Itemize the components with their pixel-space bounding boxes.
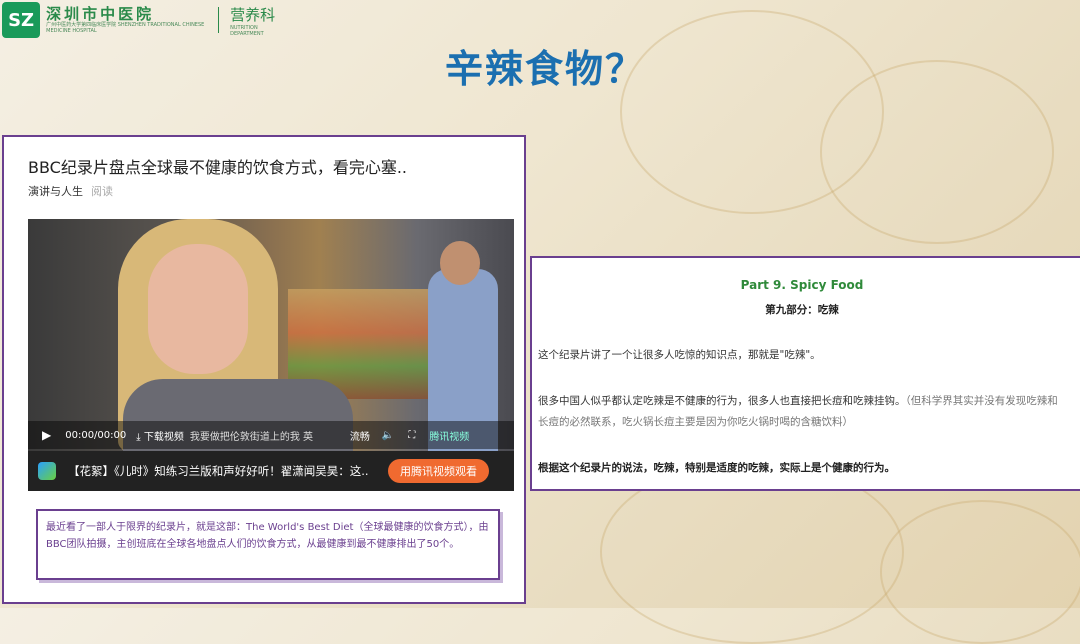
man-head <box>440 241 480 285</box>
panel-paragraph-1: 这个纪录片讲了一个让很多人吃惊的知识点，那就是"吃辣"。 <box>538 349 821 361</box>
hospital-subname: 广州中医药大学第四临床医学院 SHENZHEN TRADITIONAL CHIN… <box>46 22 205 34</box>
video-recommendation[interactable]: 【花絮】《儿时》知练习兰版和声好好听！翟潇闻吴昊：这... <box>68 463 368 479</box>
panel-paragraph-3: 根据这个纪录片的说法，吃辣，特别是适度的吃辣，实际上是个健康的行为。 <box>538 462 895 474</box>
play-icon[interactable]: ▶ <box>42 428 51 442</box>
hospital-logo: SZ 深圳市中医院 广州中医药大学第四临床医学院 SHENZHEN TRADIT… <box>0 0 280 40</box>
video-footer: 【花絮】《儿时》知练习兰版和声好好听！翟潇闻吴昊：这... 用腾讯视频观看 <box>28 451 514 491</box>
hospital-logo-icon: SZ <box>2 2 41 38</box>
video-frame <box>28 219 514 459</box>
tencent-video-icon <box>38 462 56 480</box>
download-label: 下载视频 <box>143 431 184 443</box>
video-player[interactable]: ▶ 00:00/00:00 ⤓ 下载视频 我要做把伦敦街道上的我 英 流畅 🔈 … <box>28 219 514 491</box>
dept-subname: NUTRITION DEPARTMENT <box>230 24 264 37</box>
dept-name: 营养科 <box>230 5 276 24</box>
woman-face <box>148 244 248 374</box>
download-button[interactable]: ⤓ 下载视频 <box>136 428 184 443</box>
logo-divider <box>218 7 220 33</box>
video-subtitle: 我要做把伦敦街道上的我 英 <box>189 431 314 443</box>
panel-paragraph-2-main: 很多中国人似乎都认定吃辣是不健康的行为，很多人也直接把长痘和吃辣挂钩。 <box>538 395 906 407</box>
spicy-food-panel: Part 9. Spicy Food 第九部分：吃辣 这个纪录片讲了一个让很多人… <box>530 256 1080 491</box>
panel-heading-cn: 第九部分：吃辣 <box>765 304 839 316</box>
video-time: 00:00/00:00 <box>65 429 127 441</box>
hospital-name: 深圳市中医院 <box>46 5 155 23</box>
panel-paragraph-2: 很多中国人似乎都认定吃辣是不健康的行为，很多人也直接把长痘和吃辣挂钩。（但科学界… <box>538 391 1068 433</box>
open-in-app-button[interactable]: 用腾讯视频观看 <box>388 459 489 483</box>
panel-heading-en: Part 9. Spicy Food <box>740 278 864 292</box>
video-controls: ▶ 00:00/00:00 ⤓ 下载视频 我要做把伦敦街道上的我 英 流畅 🔈 … <box>28 421 514 449</box>
hospital-name-block: 深圳市中医院 广州中医药大学第四临床医学院 SHENZHEN TRADITION… <box>46 6 213 34</box>
video-brand[interactable]: 腾讯视频 <box>429 428 469 443</box>
dept-block: 营养科 NUTRITION DEPARTMENT <box>230 4 280 37</box>
note-box: 最近看了一部人于限界的纪录片，就是这部：The World's Best Die… <box>36 509 500 580</box>
quality-button[interactable]: 流畅 <box>350 428 370 443</box>
note-text: 最近看了一部人于限界的纪录片，就是这部：The World's Best Die… <box>46 522 489 550</box>
article-meta: 演讲与人生 阅读 <box>28 183 113 199</box>
article-title[interactable]: BBC纪录片盘点全球最不健康的饮食方式，看完心塞.. <box>28 154 407 178</box>
fullscreen-icon[interactable]: ⛶ <box>408 430 415 441</box>
slide-title: 辛辣食物？ <box>444 47 645 91</box>
background-swirl <box>880 500 1080 644</box>
article-reads: 阅读 <box>91 185 113 198</box>
volume-icon[interactable]: 🔈 <box>382 430 394 441</box>
article-author[interactable]: 演讲与人生 <box>28 185 83 198</box>
